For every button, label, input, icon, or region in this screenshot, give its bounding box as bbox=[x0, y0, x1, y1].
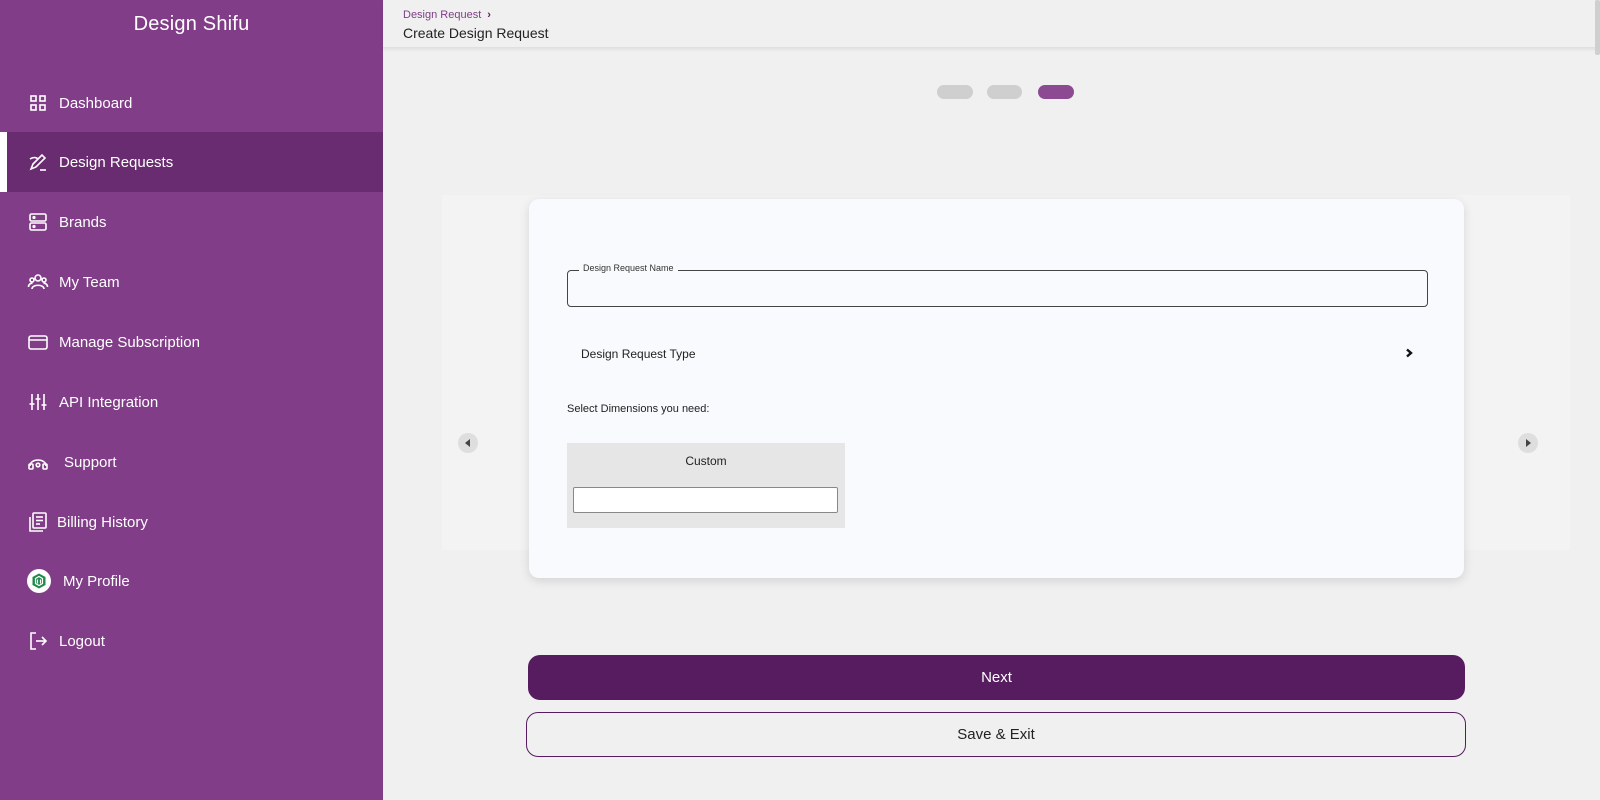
headset-icon bbox=[27, 451, 49, 473]
sidebar-item-api-integration[interactable]: API Integration bbox=[0, 372, 383, 432]
sidebar-item-label: Manage Subscription bbox=[59, 333, 200, 351]
sidebar: Design Shifu Dashboard Design Requests B… bbox=[0, 0, 383, 800]
custom-dimension-label: Custom bbox=[685, 454, 727, 468]
page-header: Design Request › Create Design Request bbox=[383, 0, 1600, 55]
custom-dimension-option[interactable]: Custom bbox=[567, 443, 845, 528]
arrow-left-icon bbox=[465, 439, 470, 447]
arrow-right-icon bbox=[1526, 439, 1531, 447]
scrollbar[interactable] bbox=[1595, 0, 1600, 55]
chevron-right-icon: › bbox=[487, 9, 491, 21]
sidebar-item-label: API Integration bbox=[59, 393, 159, 411]
chevron-right-icon bbox=[1404, 345, 1414, 363]
design-request-form-card: Design Request Name Design Request Type … bbox=[529, 199, 1464, 578]
design-request-name-field[interactable] bbox=[567, 270, 1428, 307]
sidebar-item-label: My Profile bbox=[63, 572, 130, 590]
design-request-type-label: Design Request Type bbox=[581, 347, 696, 361]
team-icon bbox=[27, 271, 49, 293]
sidebar-item-label: Logout bbox=[59, 632, 105, 650]
server-icon bbox=[27, 211, 49, 233]
sidebar-item-billing-history[interactable]: Billing History bbox=[0, 492, 383, 552]
pen-icon bbox=[27, 151, 49, 173]
breadcrumb-link[interactable]: Design Request bbox=[403, 9, 481, 21]
avatar bbox=[27, 569, 51, 593]
step-indicator-3 bbox=[1038, 85, 1074, 99]
sliders-icon bbox=[27, 391, 49, 413]
sidebar-item-my-team[interactable]: My Team bbox=[0, 252, 383, 312]
sidebar-item-label: Dashboard bbox=[59, 94, 133, 112]
step-indicator-2 bbox=[987, 85, 1022, 99]
page-title: Create Design Request bbox=[403, 25, 549, 41]
sidebar-item-label: Brands bbox=[59, 213, 107, 231]
sidebar-item-brands[interactable]: Brands bbox=[0, 192, 383, 252]
breadcrumb: Design Request › bbox=[403, 9, 491, 21]
sidebar-item-my-profile[interactable]: My Profile bbox=[0, 551, 383, 611]
logout-icon bbox=[27, 630, 49, 652]
sidebar-item-logout[interactable]: Logout bbox=[0, 611, 383, 671]
design-request-type-selector[interactable]: Design Request Type bbox=[567, 334, 1428, 374]
carousel-prev-button[interactable] bbox=[458, 433, 478, 453]
carousel-next-button[interactable] bbox=[1518, 433, 1538, 453]
design-request-name-label: Design Request Name bbox=[579, 263, 678, 273]
sidebar-item-support[interactable]: Support bbox=[0, 432, 383, 492]
brand-title: Design Shifu bbox=[133, 13, 250, 35]
design-request-name-input[interactable] bbox=[568, 271, 1427, 306]
sidebar-item-label: Support bbox=[64, 453, 117, 471]
next-button[interactable]: Next bbox=[528, 655, 1465, 700]
custom-dimension-input[interactable] bbox=[573, 487, 838, 513]
step-indicator-1 bbox=[937, 85, 973, 99]
sidebar-item-label: Billing History bbox=[57, 513, 148, 531]
sidebar-item-manage-subscription[interactable]: Manage Subscription bbox=[0, 312, 383, 372]
grid-icon bbox=[27, 92, 49, 114]
sidebar-item-label: Design Requests bbox=[59, 153, 174, 171]
sidebar-item-dashboard[interactable]: Dashboard bbox=[0, 73, 383, 133]
sidebar-item-label: My Team bbox=[59, 273, 120, 291]
card-icon bbox=[27, 331, 49, 353]
receipt-icon bbox=[27, 511, 49, 533]
dimensions-label: Select Dimensions you need: bbox=[567, 403, 710, 415]
save-exit-button[interactable]: Save & Exit bbox=[526, 712, 1466, 757]
sidebar-item-design-requests[interactable]: Design Requests bbox=[0, 132, 383, 192]
